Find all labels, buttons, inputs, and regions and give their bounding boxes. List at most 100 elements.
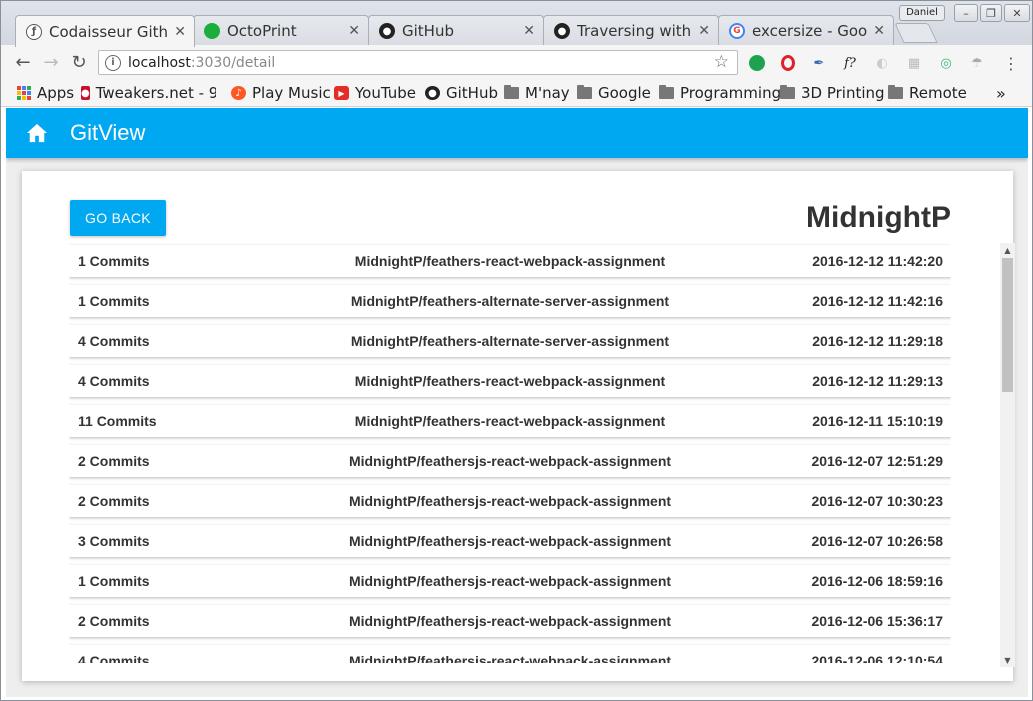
tweakers-icon: ● <box>81 86 90 100</box>
github-icon: ● <box>425 86 440 100</box>
event-date: 2016-12-12 11:42:20 <box>812 253 943 269</box>
extension-icon[interactable]: ☂ <box>967 53 987 73</box>
octoprint-icon <box>204 23 220 39</box>
commit-count: 4 Commits <box>78 373 150 389</box>
bookmark-folder-3d-printing[interactable]: 3D Printing <box>780 83 885 103</box>
bookmark-label: Remote <box>909 84 967 102</box>
url-path: :3030/detail <box>190 54 276 71</box>
bookmark-play-music[interactable]: ♪ Play Music <box>231 83 331 103</box>
user-title: MidnightP <box>806 201 951 234</box>
commit-count: 2 Commits <box>78 613 150 629</box>
bookmark-tweakers[interactable]: ● Tweakers.net - 9 <box>81 83 216 103</box>
bookmark-folder-google[interactable]: Google <box>577 83 651 103</box>
close-icon[interactable]: ✕ <box>348 23 360 39</box>
back-arrow-icon[interactable]: ← <box>12 51 34 73</box>
bookmark-label: Programming <box>680 84 782 102</box>
close-window-button[interactable]: ✕ <box>1004 4 1030 22</box>
commit-count: 1 Commits <box>78 253 150 269</box>
minimize-button[interactable]: – <box>954 4 978 22</box>
event-date: 2016-12-06 18:59:16 <box>811 573 943 589</box>
table-row[interactable]: MidnightP/feathersjs-react-webpack-assig… <box>69 525 951 557</box>
bookmarks-overflow-button[interactable]: » <box>996 83 1006 103</box>
extension-icon[interactable]: ▦ <box>904 53 924 73</box>
bookmark-folder-remote[interactable]: Remote <box>888 83 967 103</box>
profile-chip[interactable]: Daniel <box>899 5 945 21</box>
commit-count: 1 Commits <box>78 293 150 309</box>
folder-icon <box>780 85 795 100</box>
bookmark-label: YouTube <box>355 84 416 102</box>
extension-icon[interactable]: ◐ <box>872 53 892 73</box>
menu-icon[interactable]: ⋮ <box>1001 53 1021 73</box>
scroll-down-arrow-icon[interactable]: ▼ <box>1000 653 1015 667</box>
new-tab-button[interactable] <box>894 23 938 43</box>
table-row[interactable]: MidnightP/feathers-alternate-server-assi… <box>69 325 951 357</box>
tab-title: GitHub <box>402 22 454 40</box>
detail-card: GO BACK MidnightP MidnightP/feathers-rea… <box>22 171 1013 681</box>
extension-icon[interactable]: ◎ <box>936 53 956 73</box>
bookmark-star-icon[interactable]: ☆ <box>714 52 729 72</box>
tab-codaisseur[interactable]: ƒ Codaisseur Github ✕ <box>15 15 195 47</box>
tab-title: OctoPrint <box>227 22 297 40</box>
tab-title: excersize - Goog <box>752 22 868 40</box>
page-viewport: GitView GO BACK MidnightP MidnightP/feat… <box>6 108 1028 697</box>
extension-badge-icon[interactable] <box>747 53 767 73</box>
tab-traversing[interactable]: ● Traversing with F ✕ <box>543 15 719 46</box>
bookmark-folder-programming[interactable]: Programming <box>659 83 781 103</box>
address-bar[interactable]: i localhost:3030/detail ☆ <box>98 50 738 75</box>
event-date: 2016-12-12 11:29:13 <box>812 373 943 389</box>
home-icon[interactable] <box>26 123 48 143</box>
tab-excersize[interactable]: G excersize - Goog ✕ <box>718 15 894 46</box>
table-row[interactable]: MidnightP/feathers-react-webpack-assignm… <box>69 245 951 277</box>
table-row[interactable]: MidnightP/feathers-alternate-server-assi… <box>69 285 951 317</box>
reload-icon[interactable]: ↻ <box>68 51 90 73</box>
event-date: 2016-12-06 15:36:17 <box>811 613 943 629</box>
eyedropper-icon[interactable]: ✒ <box>809 53 829 73</box>
tab-github[interactable]: ● GitHub ✕ <box>368 15 544 46</box>
tab-title: Codaisseur Github <box>49 22 169 41</box>
bookmark-label: 3D Printing <box>801 84 885 102</box>
go-back-button[interactable]: GO BACK <box>70 200 166 236</box>
close-icon[interactable]: ✕ <box>873 23 885 39</box>
table-row[interactable]: MidnightP/feathers-react-webpack-assignm… <box>69 405 951 437</box>
commit-count: 2 Commits <box>78 493 150 509</box>
tab-octoprint[interactable]: OctoPrint ✕ <box>193 15 369 46</box>
bookmark-label: Apps <box>37 84 75 102</box>
table-row[interactable]: MidnightP/feathersjs-react-webpack-assig… <box>69 485 951 517</box>
scroll-up-arrow-icon[interactable]: ▲ <box>1000 243 1015 257</box>
bookmark-label: Google <box>598 84 651 102</box>
bookmark-apps[interactable]: Apps <box>16 83 74 103</box>
bookmark-youtube[interactable]: ▶ YouTube <box>334 83 416 103</box>
tab-strip: ƒ Codaisseur Github ✕ OctoPrint ✕ ● GitH… <box>1 1 1032 47</box>
commit-count: 4 Commits <box>78 333 150 349</box>
event-date: 2016-12-12 11:42:16 <box>812 293 943 309</box>
forward-arrow-icon[interactable]: → <box>40 51 62 73</box>
close-icon[interactable]: ✕ <box>698 23 710 39</box>
table-row[interactable]: MidnightP/feathersjs-react-webpack-assig… <box>69 645 951 663</box>
scrollbar-thumb[interactable] <box>1002 258 1013 392</box>
event-date: 2016-12-11 15:10:19 <box>812 413 943 429</box>
info-icon[interactable]: i <box>105 54 121 71</box>
bookmark-github[interactable]: ● GitHub <box>425 83 498 103</box>
codaisseur-icon: ƒ <box>26 23 42 40</box>
event-date: 2016-12-07 10:26:58 <box>811 533 943 549</box>
font-finder-icon[interactable]: f? <box>840 53 860 73</box>
bookmark-label: Play Music <box>252 84 331 102</box>
folder-icon <box>504 85 519 100</box>
maximize-button[interactable]: ❐ <box>980 4 1002 22</box>
bookmark-folder-mnay[interactable]: M'nay <box>504 83 570 103</box>
app-title: GitView <box>70 120 146 145</box>
opera-icon[interactable] <box>778 53 798 73</box>
table-row[interactable]: MidnightP/feathersjs-react-webpack-assig… <box>69 445 951 477</box>
table-row[interactable]: MidnightP/feathersjs-react-webpack-assig… <box>69 565 951 597</box>
commit-event-list[interactable]: MidnightP/feathers-react-webpack-assignm… <box>69 243 951 663</box>
scrollbar[interactable]: ▲ ▼ <box>1000 243 1015 667</box>
github-icon: ● <box>554 23 570 39</box>
app-bar: GitView <box>6 108 1028 158</box>
table-row[interactable]: MidnightP/feathersjs-react-webpack-assig… <box>69 605 951 637</box>
close-icon[interactable]: ✕ <box>523 23 535 39</box>
close-icon[interactable]: ✕ <box>174 24 186 40</box>
table-row[interactable]: MidnightP/feathers-react-webpack-assignm… <box>69 365 951 397</box>
folder-icon <box>659 85 674 100</box>
url-host: localhost <box>128 54 191 71</box>
bookmark-label: Tweakers.net - 9 <box>95 84 216 102</box>
